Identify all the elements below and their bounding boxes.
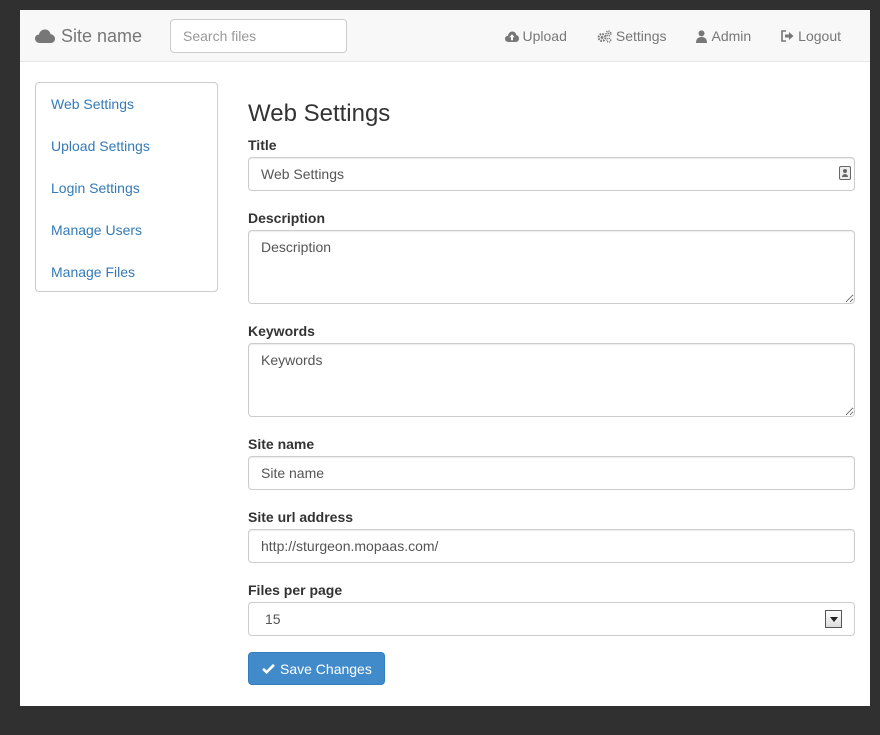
- files-per-page-select[interactable]: 15: [248, 602, 855, 636]
- settings-form: Web Settings Title Description Keywords …: [248, 90, 855, 685]
- sidebar-item-manage-files[interactable]: Manage Files: [36, 251, 217, 293]
- keywords-group: Keywords: [248, 321, 855, 417]
- nav-upload[interactable]: Upload: [490, 10, 582, 62]
- nav-settings[interactable]: Settings: [582, 10, 682, 62]
- title-field[interactable]: [248, 157, 855, 191]
- user-icon: [696, 29, 708, 43]
- nav-logout[interactable]: Logout: [766, 10, 856, 62]
- files-per-page-value: 15: [265, 611, 281, 627]
- files-per-page-label: Files per page: [248, 582, 343, 598]
- cloud-upload-icon: [504, 31, 519, 42]
- keywords-field[interactable]: [248, 343, 855, 417]
- nav-right: Upload Settings Admin Logout: [490, 10, 856, 62]
- brand-name: Site name: [61, 25, 143, 46]
- site-url-label: Site url address: [248, 509, 354, 525]
- save-changes-label: Save Changes: [280, 660, 372, 677]
- files-per-page-group: Files per page 15: [248, 580, 855, 636]
- save-changes-button[interactable]: Save Changes: [248, 652, 385, 685]
- sidebar-item-login-settings[interactable]: Login Settings: [36, 167, 217, 209]
- title-group: Title: [248, 135, 855, 191]
- brand-link[interactable]: Site name: [35, 10, 142, 62]
- description-field[interactable]: [248, 230, 855, 304]
- search-input[interactable]: [170, 19, 347, 53]
- site-name-group: Site name: [248, 434, 855, 490]
- chevron-down-icon[interactable]: [825, 610, 842, 628]
- nav-settings-label: Settings: [615, 28, 667, 44]
- keywords-label: Keywords: [248, 323, 315, 339]
- app-window: Site name Upload: [20, 10, 870, 706]
- page-title: Web Settings: [248, 100, 391, 127]
- description-group: Description: [248, 208, 855, 304]
- sidebar-item-web-settings[interactable]: Web Settings: [36, 83, 217, 125]
- nav-admin-label: Admin: [711, 28, 752, 44]
- navbar: Site name Upload: [20, 10, 870, 62]
- site-url-group: Site url address: [248, 507, 855, 563]
- site-name-field[interactable]: [248, 456, 855, 490]
- site-name-label: Site name: [248, 436, 315, 452]
- title-label: Title: [248, 137, 277, 153]
- cogs-icon: [597, 29, 612, 43]
- nav-logout-label: Logout: [798, 28, 841, 44]
- site-url-field[interactable]: [248, 529, 855, 563]
- sidebar-item-upload-settings[interactable]: Upload Settings: [36, 125, 217, 167]
- settings-sidebar: Web Settings Upload Settings Login Setti…: [35, 82, 218, 292]
- nav-upload-label: Upload: [522, 28, 567, 44]
- autofill-contact-icon[interactable]: [839, 166, 851, 180]
- checkmark-icon: [262, 661, 275, 677]
- sidebar-item-manage-users[interactable]: Manage Users: [36, 209, 217, 251]
- description-label: Description: [248, 210, 326, 226]
- cloud-icon: [35, 29, 55, 43]
- nav-admin[interactable]: Admin: [681, 10, 766, 62]
- logout-icon: [781, 30, 794, 42]
